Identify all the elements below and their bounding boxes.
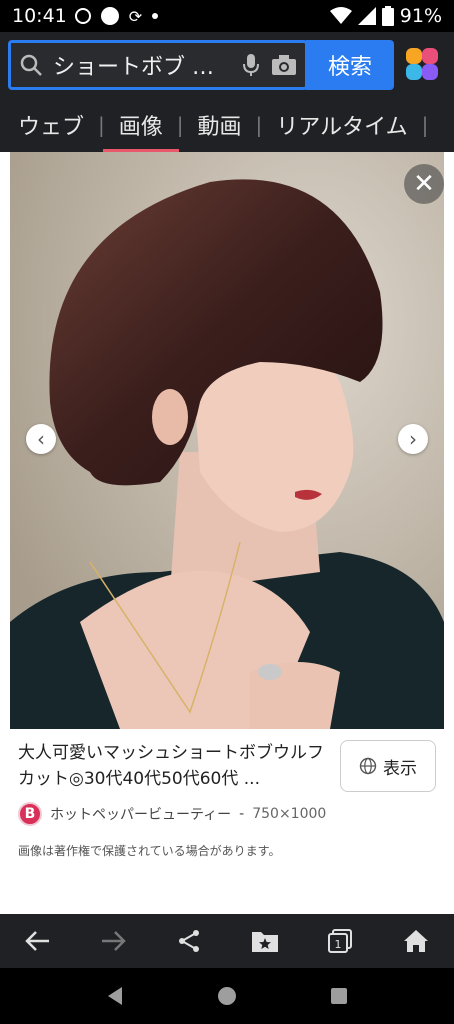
globe-icon [359, 757, 377, 775]
search-query: ショートボブ … [53, 55, 214, 80]
chevron-right-icon: › [409, 427, 417, 451]
previous-image-button[interactable]: ‹ [26, 424, 56, 454]
tabs-icon: 1 [328, 929, 353, 953]
bookmarks-button[interactable] [245, 921, 285, 961]
svg-text:1: 1 [335, 938, 342, 951]
browser-toolbar: 1 [0, 914, 454, 968]
image-viewer: ✕ ‹ › 大人可愛いマッシュショートボブウルフカット◎30代40代50代60代… [0, 152, 454, 914]
search-button[interactable]: 検索 [306, 40, 394, 90]
image-dimensions: 750×1000 [252, 806, 327, 822]
signal-icon [357, 7, 376, 25]
image-caption[interactable]: 大人可愛いマッシュショートボブウルフカット◎30代40代50代60代 ... [18, 740, 328, 792]
app-notification-icon [100, 7, 119, 25]
tab-separator: | [421, 113, 429, 137]
home-icon [404, 930, 429, 952]
next-image-button[interactable]: › [398, 424, 428, 454]
share-icon [179, 930, 200, 952]
chevron-left-icon: ‹ [37, 427, 45, 451]
show-page-button[interactable]: 表示 [340, 740, 436, 792]
close-button[interactable]: ✕ [404, 164, 444, 204]
tab-separator: | [255, 113, 263, 137]
system-recents-icon[interactable] [330, 987, 348, 1005]
tab-web[interactable]: ウェブ [18, 98, 84, 152]
status-bar: 10:41 ⟳ 91% [0, 0, 454, 32]
tab-separator: | [176, 113, 184, 137]
tab-realtime[interactable]: リアルタイム [276, 98, 407, 152]
system-navigation-bar [0, 968, 454, 1024]
tab-separator: | [98, 113, 105, 137]
arrow-left-icon [25, 931, 49, 951]
search-header: ショートボブ … 検索 [0, 32, 454, 98]
source-logo: B [18, 802, 42, 826]
tab-videos[interactable]: 動画 [198, 98, 242, 152]
back-button[interactable] [18, 921, 58, 961]
tab-images[interactable]: 画像 [102, 98, 179, 152]
show-page-label: 表示 [383, 758, 417, 779]
battery-percent: 91% [399, 5, 442, 27]
share-button[interactable] [169, 921, 209, 961]
home-button[interactable] [396, 921, 436, 961]
copyright-notice: 画像は著作権で保護されている場合があります。 [18, 844, 281, 858]
forward-button[interactable] [93, 921, 133, 961]
notification-ring-icon [74, 8, 91, 24]
tabs-button[interactable]: 1 [320, 921, 360, 961]
arrow-right-icon [102, 931, 127, 951]
search-input[interactable]: ショートボブ … [8, 40, 308, 90]
camera-icon[interactable] [271, 54, 297, 76]
portrait-photo [10, 152, 444, 729]
more-notifications-icon [152, 13, 159, 19]
clock: 10:41 [12, 5, 67, 27]
microphone-icon[interactable] [241, 53, 261, 77]
wifi-icon [329, 7, 352, 24]
close-icon: ✕ [413, 169, 435, 199]
assistant-app-icon[interactable] [406, 48, 440, 82]
system-back-icon[interactable] [106, 986, 124, 1006]
system-home-icon[interactable] [217, 986, 237, 1006]
bookmark-folder-icon [251, 932, 278, 952]
source-name: ホットペッパービューティー [50, 807, 232, 823]
search-tabs: ウェブ | 画像 | 動画 | リアルタイム | [0, 98, 454, 152]
search-icon [20, 54, 42, 76]
source-separator: - [239, 806, 245, 822]
sync-icon: ⟳ [128, 6, 143, 26]
image-source[interactable]: B ホットペッパービューティー - 750×1000 [18, 802, 326, 826]
battery-icon [381, 6, 394, 26]
result-image[interactable]: ✕ ‹ › [10, 152, 444, 729]
